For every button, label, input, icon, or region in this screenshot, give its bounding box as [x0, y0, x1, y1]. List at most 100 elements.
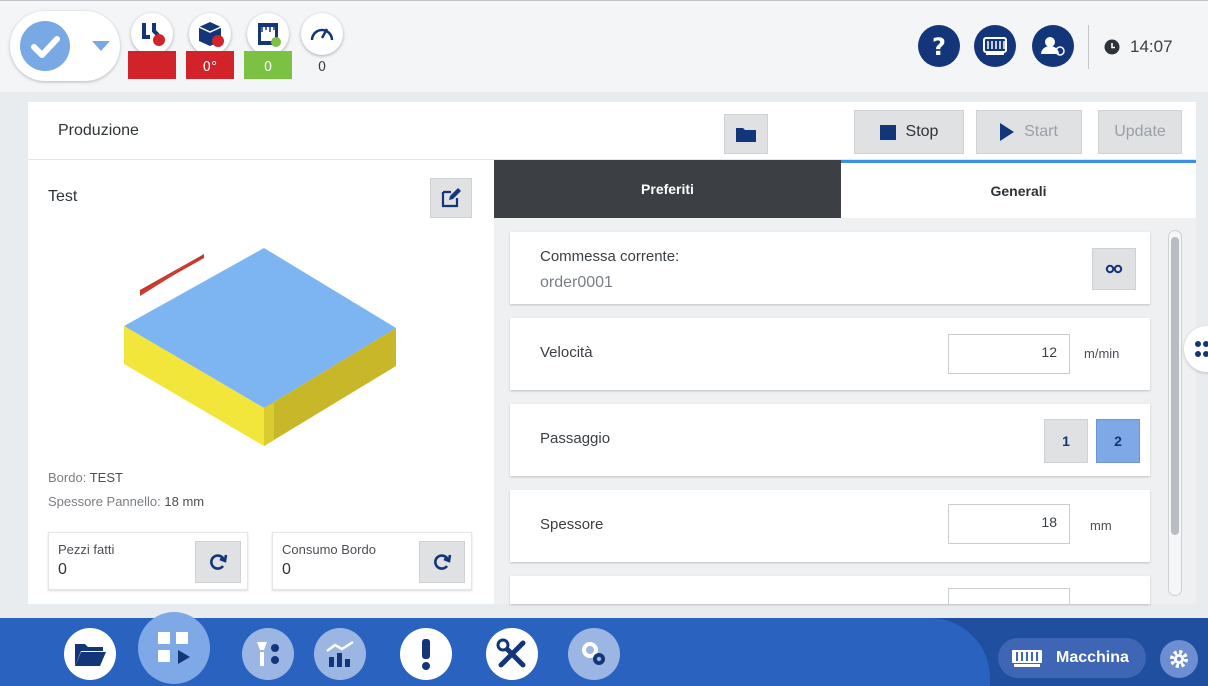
pieces-counter: Pezzi fatti 0: [48, 532, 248, 590]
status-speed[interactable]: 0: [298, 13, 346, 79]
user-icon: [1041, 37, 1065, 56]
play-icon: [1000, 123, 1015, 141]
divider: [1088, 25, 1089, 69]
next-row-input[interactable]: [948, 588, 1070, 604]
bordo-value: TEST: [89, 470, 123, 485]
status-pieces-value: 0: [244, 51, 292, 79]
refresh-icon: [434, 554, 452, 570]
thickness-label: Spessore Pannello:: [48, 494, 161, 509]
chevron-down-icon: [92, 41, 110, 51]
production-panel: Produzione Stop Start Update Test Bordo:…: [28, 102, 1196, 604]
status-pieces[interactable]: 0: [244, 13, 292, 79]
pass-option-1[interactable]: 1: [1044, 419, 1088, 463]
folder-open-icon: [75, 644, 106, 666]
help-icon: ?: [932, 33, 946, 61]
speed-label: Velocità: [540, 344, 593, 361]
current-order-value: order0001: [540, 274, 613, 291]
machine-status-selector[interactable]: [10, 11, 120, 81]
bottom-nav-bar: Macchina: [0, 612, 1208, 686]
machine-info-button[interactable]: [974, 25, 1016, 67]
status-angle[interactable]: 0°: [186, 13, 234, 79]
status-alarm[interactable]: [128, 13, 176, 79]
thickness-row: Spessore 18 mm: [510, 490, 1150, 562]
machine-icon: [1012, 650, 1042, 667]
nav-settings-button[interactable]: [568, 628, 620, 680]
speed-unit: m/min: [1084, 346, 1120, 361]
machine-icon: [983, 37, 1007, 55]
pieces-counter-label: Pezzi fatti: [58, 542, 115, 557]
open-folder-button[interactable]: [724, 114, 768, 154]
statistics-icon: [326, 640, 354, 667]
stop-button-label: Stop: [905, 123, 939, 140]
nav-production-button[interactable]: [138, 612, 210, 684]
clock-time: 14:07: [1130, 37, 1173, 56]
nav-statistics-button[interactable]: [314, 628, 366, 680]
nav-maintenance-button[interactable]: [486, 628, 538, 680]
bordo-label: Bordo:: [48, 470, 87, 485]
nav-programs-button[interactable]: [64, 628, 116, 680]
next-row: [510, 576, 1150, 604]
current-order-row: Commessa corrente: order0001: [510, 232, 1150, 304]
edit-program-button[interactable]: [430, 178, 472, 218]
speed-row: Velocità 12 m/min: [510, 318, 1150, 390]
machine-button[interactable]: Macchina: [998, 638, 1146, 678]
pieces-counter-value: 0: [58, 561, 67, 578]
thickness-input[interactable]: 18: [948, 504, 1070, 544]
status-angle-value: 0°: [186, 51, 234, 79]
update-button[interactable]: Update: [1098, 110, 1182, 154]
gear-icon: [1170, 650, 1188, 668]
pass-row: Passaggio 1 2: [510, 404, 1150, 476]
side-drawer-handle[interactable]: [1184, 326, 1208, 372]
update-button-label: Update: [1114, 123, 1166, 140]
ruler-panel-icon: [247, 13, 289, 55]
infinity-icon: [1105, 264, 1123, 274]
stop-button[interactable]: Stop: [854, 110, 964, 154]
settings-gears-icon: [582, 642, 605, 665]
machine-button-label: Macchina: [1056, 649, 1129, 666]
top-status-bar: 0° 0 0 ? 14:07: [0, 0, 1208, 92]
thickness-unit: mm: [1090, 518, 1112, 533]
current-order-label: Commessa corrente:: [540, 248, 680, 265]
reset-pieces-button[interactable]: [195, 541, 241, 583]
panel-header: Produzione Stop Start Update: [28, 102, 1196, 160]
stop-icon: [879, 124, 896, 140]
tab-generali[interactable]: Generali: [841, 160, 1196, 218]
pass-option-2[interactable]: 2: [1096, 419, 1140, 463]
scrollbar[interactable]: [1168, 230, 1182, 596]
program-preview: Test Bordo: TEST Spessore Pannello: 18 m…: [28, 160, 494, 604]
thickness-param-label: Spessore: [540, 516, 604, 533]
edge-consumption-counter: Consumo Bordo 0: [272, 532, 472, 590]
tool-groups-icon: [257, 642, 279, 666]
bordo-info: Bordo: TEST: [48, 470, 123, 485]
parameters-area: Preferiti Generali Commessa corrente: or…: [494, 160, 1196, 604]
clock-icon: [1104, 39, 1120, 55]
status-alarm-value: [128, 51, 176, 79]
start-button[interactable]: Start: [976, 110, 1082, 154]
status-speed-value: 0: [317, 60, 327, 75]
scrollbar-thumb[interactable]: [1171, 237, 1179, 535]
parameter-tabs: Preferiti Generali: [494, 160, 1196, 218]
tab-preferiti[interactable]: Preferiti: [494, 160, 841, 218]
pass-label: Passaggio: [540, 430, 611, 447]
help-button[interactable]: ?: [918, 25, 960, 67]
edit-icon: [441, 188, 461, 208]
reset-consumption-button[interactable]: [419, 541, 465, 583]
refresh-icon: [210, 554, 228, 570]
program-name: Test: [48, 188, 78, 205]
alarm-tool-icon: [131, 13, 173, 55]
nav-alarms-button[interactable]: [400, 628, 452, 680]
panel-3d-preview: [124, 248, 396, 446]
grip-dots-icon: [1195, 341, 1208, 357]
svg-text:?: ?: [932, 33, 946, 61]
page-title: Produzione: [58, 122, 139, 139]
speed-input[interactable]: 12: [948, 334, 1070, 374]
link-order-button[interactable]: [1092, 248, 1136, 290]
clock: 14:07: [1104, 35, 1204, 59]
edge-consumption-label: Consumo Bordo: [282, 542, 376, 557]
alert-icon: [422, 639, 430, 670]
nav-tools-button[interactable]: [242, 628, 294, 680]
thickness-value: 18 mm: [164, 494, 205, 509]
system-settings-button[interactable]: [1160, 640, 1198, 678]
check-icon: [20, 21, 70, 71]
user-button[interactable]: [1032, 25, 1074, 67]
